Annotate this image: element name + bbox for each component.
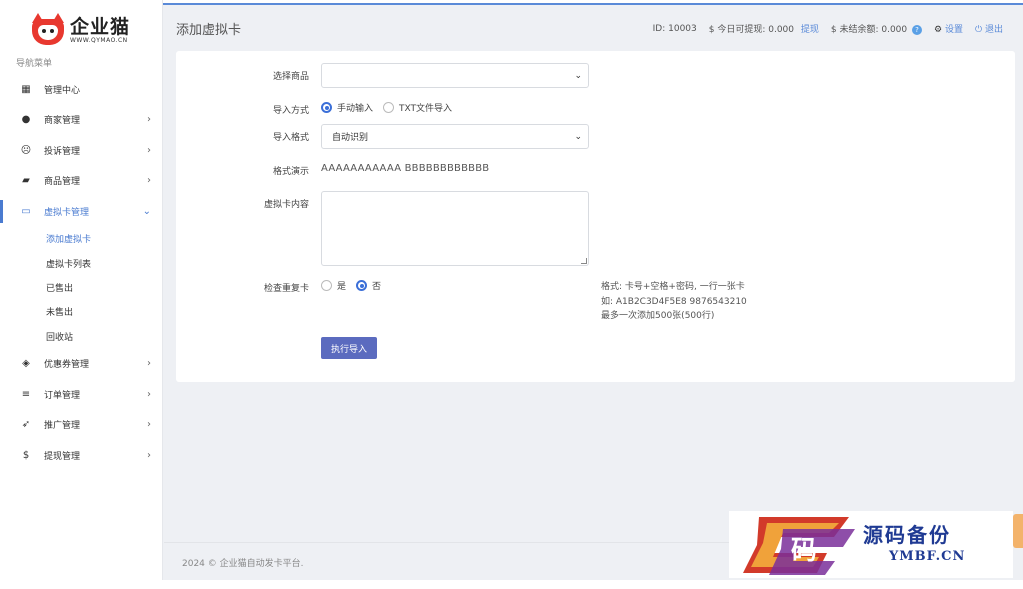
format-demo-label: 格式演示 [272, 167, 309, 177]
sidebar-item-label: 虚拟卡管理 [44, 207, 90, 218]
ticket-icon: ◈ [22, 358, 30, 370]
import-mode-label: 导入方式 [272, 106, 309, 116]
sidebar-item-label: 商家管理 [44, 116, 81, 127]
chevron-down-icon: ⌄ [142, 205, 151, 217]
format-hint: 格式: 卡号+空格+密码, 一行一张卡 如: A1B2C3D4F5E8 9876… [601, 282, 747, 321]
user-icon: ● [21, 114, 31, 126]
sidebar-item-orders[interactable]: ≡ 订单管理 › [0, 379, 163, 410]
radio-checked[interactable] [356, 280, 368, 291]
dollar-icon: $ [22, 449, 30, 461]
card-content-label: 虚拟卡内容 [263, 200, 309, 210]
chevron-right-icon: › [147, 449, 151, 461]
radio-unchecked[interactable] [383, 102, 395, 113]
import-format-select[interactable]: 自动识别 ⌄ [321, 124, 589, 149]
top-header: 添加虚拟卡 ID: 10003 $ 今日可提现: 0.000 提现 $ 未结余额… [164, 5, 1023, 50]
unsettled-balance: $ 未结余额: 0.000 ? [831, 22, 923, 35]
credit-card-icon: ▭ [21, 205, 31, 217]
chevron-right-icon: › [147, 388, 151, 400]
sidebar-item-complaints[interactable]: ☹ 投诉管理 › [0, 135, 163, 166]
watermark-logo-icon: 码 [743, 517, 855, 575]
side-tab[interactable] [1013, 514, 1023, 548]
withdraw-link[interactable]: 提现 [801, 25, 819, 35]
watermark-glyph: 码 [791, 536, 817, 566]
product-select[interactable]: ⌄ [321, 63, 589, 88]
bottom-strip [0, 580, 1023, 589]
virtual-card-submenu: 添加虚拟卡 虚拟卡列表 已售出 未售出 回收站 [0, 227, 163, 349]
format-demo-value: AAAAAAAAAAA BBBBBBBBBBBB [321, 163, 490, 174]
chevron-down-icon: ⌄ [574, 132, 582, 142]
sidebar-item-label: 投诉管理 [44, 146, 81, 157]
chevron-down-icon: ⌄ [574, 71, 582, 81]
copyright: 2024 © 企业猫自动发卡平台. [182, 559, 304, 569]
sidebar-item-withdrawals[interactable]: $ 提现管理 › [0, 440, 163, 471]
user-id: ID: 10003 [652, 23, 697, 34]
page-title: 添加虚拟卡 [176, 23, 242, 38]
account-info: ID: 10003 $ 今日可提现: 0.000 提现 $ 未结余额: 0.00… [641, 22, 1003, 35]
sidebar-item-products[interactable]: ▰ 商品管理 › [0, 166, 163, 197]
watermark-text: 源码备份 [863, 523, 951, 547]
paper-plane-icon: ➶ [21, 419, 31, 431]
watermark: 码 源码备份 YMBF.CN [729, 511, 1013, 578]
dashboard-icon: ▦ [21, 83, 31, 95]
sidebar-item-promotion[interactable]: ➶ 推广管理 › [0, 409, 163, 440]
sad-face-icon: ☹ [20, 144, 32, 156]
shopping-bag-icon: ▰ [22, 175, 30, 187]
brand-name: 企业猫 [70, 15, 131, 38]
chevron-right-icon: › [147, 419, 151, 431]
chevron-right-icon: › [147, 358, 151, 370]
import-mode-group: 手动输入 TXT文件导入 [321, 101, 462, 114]
sidebar: 企业猫 WWW.QYMAO.CN 导航菜单 ▦ 管理中心 ● 商家管理 › ☹ … [0, 0, 163, 589]
resize-handle[interactable] [581, 258, 587, 264]
check-duplicate-no[interactable]: 否 [356, 279, 381, 292]
gear-icon: ⚙ [934, 25, 943, 35]
product-label: 选择商品 [272, 72, 309, 82]
sidebar-item-label: 订单管理 [44, 390, 81, 401]
sidebar-item-label: 商品管理 [44, 177, 81, 188]
sidebar-item-coupons[interactable]: ◈ 优惠券管理 › [0, 348, 163, 379]
brand-url: WWW.QYMAO.CN [70, 36, 128, 44]
cat-logo-icon [30, 13, 66, 47]
submenu-recycle-bin[interactable]: 回收站 [46, 324, 163, 348]
card-content-textarea[interactable] [321, 191, 589, 266]
power-icon: ⏻ [974, 25, 983, 35]
sidebar-nav: ▦ 管理中心 ● 商家管理 › ☹ 投诉管理 › ▰ 商品管理 › ▭ 虚拟卡管… [0, 74, 163, 470]
check-duplicate-group: 是 否 [321, 279, 391, 292]
check-duplicate-label: 检查重复卡 [263, 284, 309, 294]
chevron-right-icon: › [147, 144, 151, 156]
brand-logo[interactable]: 企业猫 WWW.QYMAO.CN [30, 12, 130, 48]
settings-button[interactable]: ⚙ 设置 [934, 22, 963, 35]
help-icon[interactable]: ? [912, 25, 923, 35]
withdrawable-today: $ 今日可提现: 0.000 提现 [708, 25, 819, 35]
submenu-sold[interactable]: 已售出 [46, 275, 163, 299]
sidebar-item-label: 推广管理 [44, 421, 81, 432]
nav-title: 导航菜单 [16, 59, 53, 69]
import-mode-manual[interactable]: 手动输入 [321, 101, 373, 114]
import-mode-txt[interactable]: TXT文件导入 [383, 101, 452, 114]
sidebar-item-dashboard[interactable]: ▦ 管理中心 [0, 74, 163, 105]
chevron-right-icon: › [147, 175, 151, 187]
radio-unchecked[interactable] [321, 280, 332, 291]
submenu-add-card[interactable]: 添加虚拟卡 [46, 227, 163, 251]
import-format-label: 导入格式 [272, 133, 309, 143]
sidebar-item-label: 优惠券管理 [44, 360, 90, 371]
sidebar-item-virtual-cards[interactable]: ▭ 虚拟卡管理 ⌄ [0, 196, 163, 227]
sidebar-item-label: 管理中心 [44, 85, 81, 96]
submenu-card-list[interactable]: 虚拟卡列表 [46, 251, 163, 275]
sidebar-item-merchants[interactable]: ● 商家管理 › [0, 105, 163, 136]
radio-checked[interactable] [321, 102, 332, 113]
add-card-form: 选择商品 ⌄ 导入方式 手动输入 TXT文件导入 导入格式 自动识别 ⌄ 格式演… [176, 51, 1015, 382]
chevron-right-icon: › [147, 114, 151, 126]
watermark-url: YMBF.CN [889, 549, 966, 564]
submit-import-button[interactable]: 执行导入 [321, 337, 377, 359]
list-icon: ≡ [21, 388, 31, 400]
check-duplicate-yes[interactable]: 是 [321, 279, 346, 292]
sidebar-item-label: 提现管理 [44, 451, 81, 462]
logout-button[interactable]: ⏻ 退出 [975, 22, 1003, 35]
submenu-unsold[interactable]: 未售出 [46, 300, 163, 324]
